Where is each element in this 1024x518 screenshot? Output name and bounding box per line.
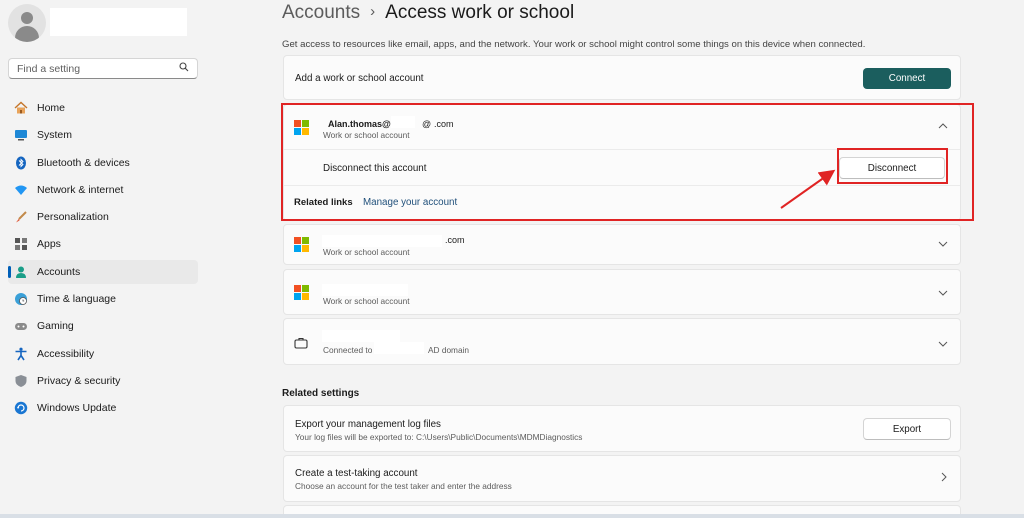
annotation-arrow — [780, 169, 836, 209]
bottom-edge — [0, 514, 1024, 518]
